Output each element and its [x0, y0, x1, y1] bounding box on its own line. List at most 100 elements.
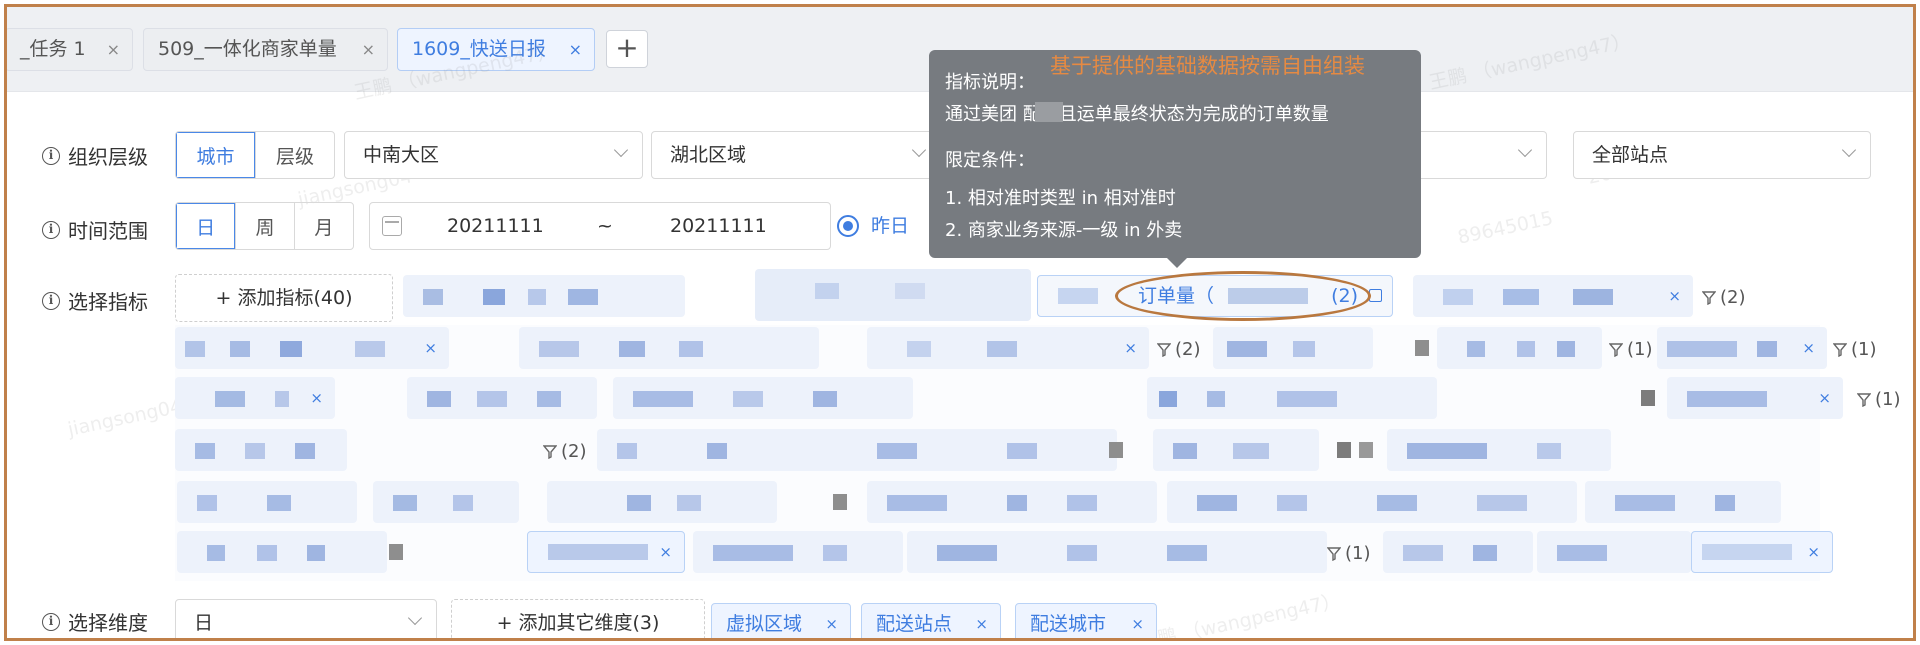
- metric-chip[interactable]: [1167, 481, 1367, 523]
- metric-chip[interactable]: [1383, 531, 1533, 573]
- metric-chip[interactable]: [1153, 429, 1319, 471]
- metric-filter-count[interactable]: (1): [1609, 339, 1653, 360]
- funnel-icon: [1157, 342, 1171, 357]
- toggle-day[interactable]: 日: [176, 203, 236, 249]
- calendar-icon: [382, 216, 402, 236]
- tooltip-condition-1: 1. 相对准时类型 in 相对准时: [945, 188, 1176, 209]
- metric-chip[interactable]: ×: [1691, 531, 1833, 573]
- metric-chip[interactable]: [1357, 481, 1577, 523]
- metric-chip[interactable]: [1585, 481, 1781, 523]
- funnel-icon: [1857, 392, 1871, 407]
- metric-chip[interactable]: ×: [527, 531, 685, 573]
- metric-chip[interactable]: [1147, 377, 1437, 419]
- add-tab-button[interactable]: +: [606, 30, 648, 68]
- metric-filter-count[interactable]: (2): [543, 441, 587, 462]
- metric-filter-count[interactable]: (1): [1857, 389, 1901, 410]
- radio-yesterday[interactable]: [837, 215, 859, 237]
- metric-chip[interactable]: [1537, 531, 1691, 573]
- toggle-month[interactable]: 月: [293, 203, 353, 249]
- add-metric-button[interactable]: + 添加指标(40): [175, 274, 393, 322]
- dimension-chip-virtual-area[interactable]: 虚拟区域 ×: [711, 603, 851, 638]
- date-range-picker[interactable]: 20211111 ~ 20211111: [369, 202, 831, 250]
- metric-chip[interactable]: [175, 429, 347, 471]
- station-select[interactable]: 全部站点: [1573, 131, 1871, 179]
- info-icon: i: [42, 291, 60, 310]
- highlight-ellipse: [1115, 271, 1371, 321]
- dimensions-label: i 选择维度: [42, 607, 148, 636]
- annotation-text: 基于提供的基础数据按需自由组装: [1050, 54, 1365, 78]
- dimension-select[interactable]: 日: [175, 599, 437, 638]
- close-icon[interactable]: ×: [1807, 532, 1820, 572]
- metric-filter-count[interactable]: (2): [1157, 339, 1201, 360]
- close-icon[interactable]: ×: [975, 604, 988, 638]
- chip-label: 配送城市: [1030, 613, 1107, 635]
- area-select[interactable]: 湖北区域: [651, 131, 941, 179]
- close-icon[interactable]: ×: [659, 532, 672, 572]
- add-dimension-button[interactable]: + 添加其它维度(3): [451, 599, 705, 638]
- metric-chip[interactable]: [373, 481, 519, 523]
- end-date[interactable]: 20211111: [670, 203, 767, 249]
- city-select[interactable]: [1421, 131, 1547, 179]
- metric-chip[interactable]: ×: [1667, 377, 1843, 419]
- metric-chip[interactable]: [519, 327, 819, 369]
- watermark: 89645015: [1455, 207, 1555, 249]
- metric-chip[interactable]: ×: [1413, 275, 1693, 317]
- dimension-chip-city[interactable]: 配送城市 ×: [1015, 603, 1157, 638]
- metric-chip[interactable]: ×: [175, 327, 449, 369]
- metric-chip[interactable]: [907, 531, 1327, 573]
- screenshot-frame: _任务 1 × 509_一体化商家单量 × 1609_快送日报 × + 王鹏 （…: [4, 4, 1916, 641]
- metric-chip[interactable]: [867, 429, 1117, 471]
- metric-chip[interactable]: [1213, 327, 1373, 369]
- chevron-down-icon: [407, 610, 423, 626]
- start-date[interactable]: 20211111: [447, 203, 544, 249]
- org-level-label: i 组织层级: [42, 141, 148, 170]
- chevron-down-icon: [1517, 142, 1533, 158]
- metric-chip[interactable]: [547, 481, 777, 523]
- radio-yesterday-label[interactable]: 昨日: [871, 211, 909, 238]
- redacted-block: [1035, 102, 1063, 122]
- metric-chip[interactable]: [177, 531, 387, 573]
- close-icon[interactable]: ×: [825, 604, 838, 638]
- close-icon[interactable]: ×: [1131, 604, 1144, 638]
- metric-chip[interactable]: ×: [867, 327, 1149, 369]
- metric-chip[interactable]: [597, 429, 875, 471]
- metric-chip[interactable]: [1387, 429, 1611, 471]
- metric-chip[interactable]: [613, 377, 913, 419]
- toggle-city[interactable]: 城市: [176, 132, 255, 178]
- close-icon[interactable]: ×: [107, 29, 120, 70]
- region-select-value: 中南大区: [363, 144, 440, 166]
- date-separator: ~: [597, 215, 613, 237]
- close-icon[interactable]: ×: [362, 29, 375, 70]
- metric-filter-count[interactable]: (2): [1702, 287, 1746, 308]
- metric-chip[interactable]: ×: [175, 377, 335, 419]
- metric-chip[interactable]: [867, 481, 1157, 523]
- toggle-level[interactable]: 层级: [255, 132, 334, 178]
- metric-chip[interactable]: ×: [1657, 327, 1827, 369]
- tooltip-arrow: [1167, 258, 1187, 268]
- metric-chip[interactable]: [1437, 327, 1602, 369]
- metric-filter-count[interactable]: (1): [1833, 339, 1877, 360]
- tooltip-condition-2: 2. 商家业务来源-一级 in 外卖: [945, 220, 1183, 241]
- tab-task-1[interactable]: _任务 1 ×: [7, 28, 133, 71]
- metric-chip[interactable]: [403, 275, 685, 317]
- close-icon[interactable]: ×: [569, 29, 582, 70]
- tooltip-title: 指标说明：: [945, 72, 1035, 93]
- metric-chip[interactable]: [407, 377, 597, 419]
- metric-chip[interactable]: [755, 269, 1031, 321]
- chevron-down-icon: [1841, 142, 1857, 158]
- funnel-icon: [1327, 546, 1341, 561]
- region-select[interactable]: 中南大区: [344, 131, 643, 179]
- metric-filter-count[interactable]: (1): [1327, 543, 1371, 564]
- time-range-text: 时间范围: [68, 219, 148, 243]
- toggle-week[interactable]: 周: [235, 203, 293, 249]
- tab-509[interactable]: 509_一体化商家单量 ×: [143, 28, 388, 71]
- org-level-toggle: 城市 层级: [175, 131, 335, 179]
- org-level-text: 组织层级: [68, 145, 148, 169]
- metric-chip[interactable]: [177, 481, 357, 523]
- metric-chip[interactable]: [693, 531, 903, 573]
- tab-label: _任务 1: [20, 38, 86, 60]
- funnel-icon: [1833, 342, 1847, 357]
- dimension-chip-station[interactable]: 配送站点 ×: [861, 603, 1001, 638]
- info-icon: i: [42, 220, 60, 239]
- dimension-select-value: 日: [194, 612, 214, 634]
